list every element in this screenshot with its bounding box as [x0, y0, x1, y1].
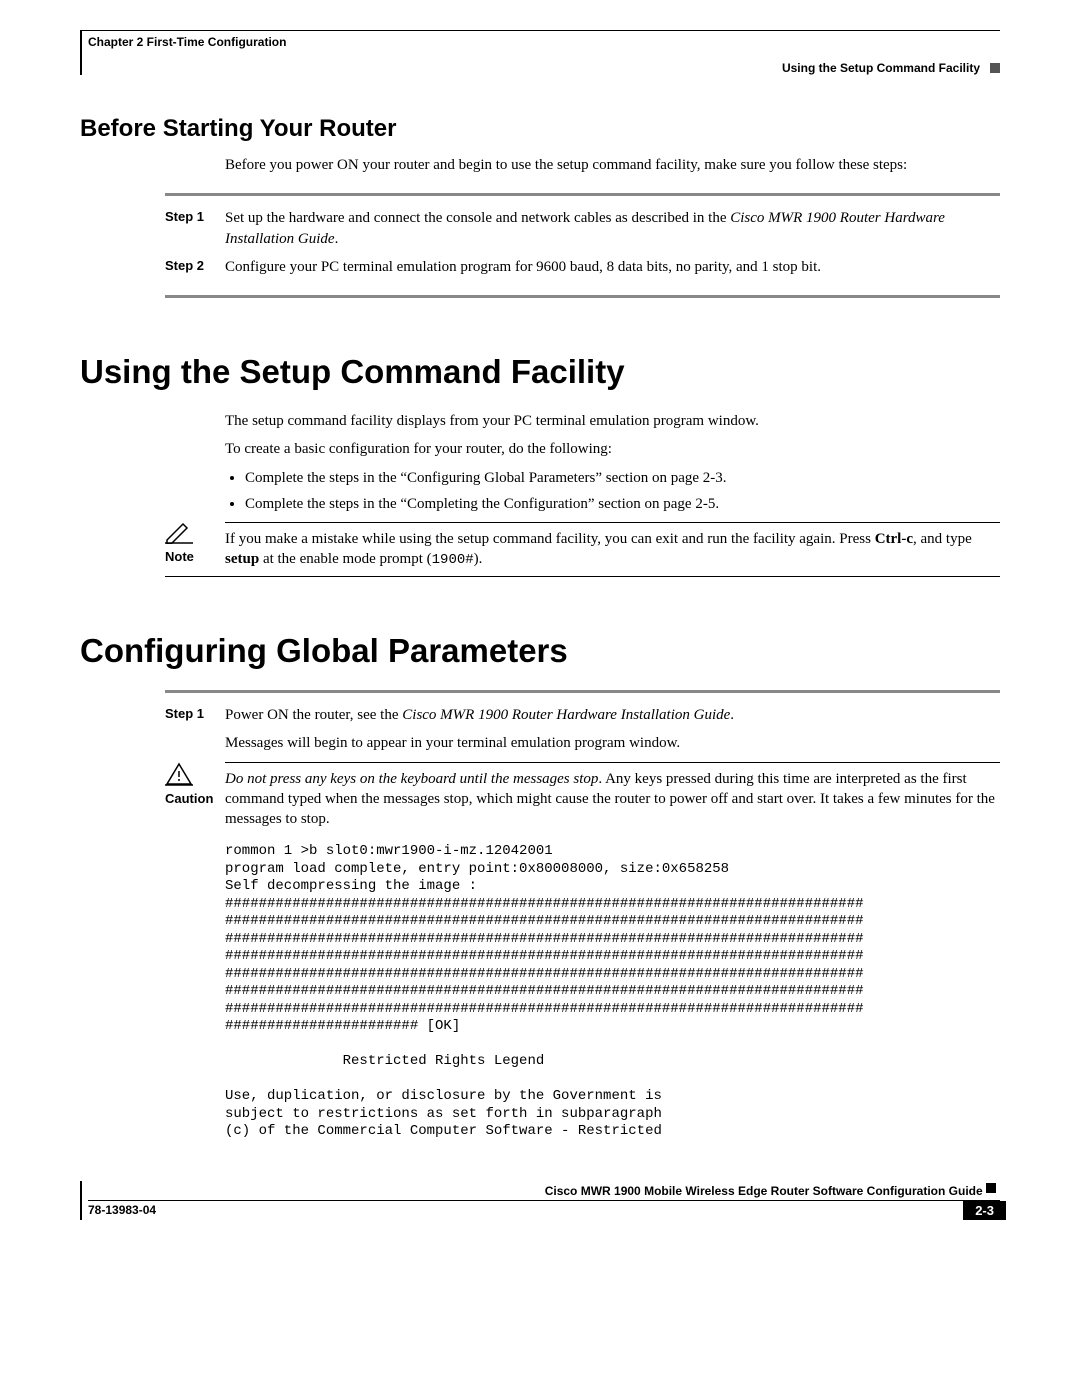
intro-paragraph: Before you power ON your router and begi… — [225, 155, 1000, 175]
divider — [165, 295, 1000, 298]
footer-docid: 78-13983-04 — [88, 1203, 156, 1217]
paragraph: The setup command facility displays from… — [225, 411, 1000, 431]
warning-icon — [165, 762, 193, 786]
header-marker-icon — [990, 63, 1000, 73]
divider — [165, 193, 1000, 196]
paragraph: Messages will begin to appear in your te… — [225, 733, 1000, 753]
list-item: Complete the steps in the “Configuring G… — [245, 468, 1000, 488]
step-row: Step 2 Configure your PC terminal emulat… — [80, 257, 1000, 277]
note-body: If you make a mistake while using the se… — [225, 522, 1000, 570]
step-label: Step 1 — [165, 208, 225, 249]
pencil-icon — [165, 522, 193, 544]
step-body: Set up the hardware and connect the cons… — [225, 208, 1000, 249]
step-label: Step 1 — [165, 705, 225, 754]
page-header: Chapter 2 First-Time Configuration Using… — [80, 30, 1000, 75]
step-label: Step 2 — [165, 257, 225, 277]
paragraph: To create a basic configuration for your… — [225, 439, 1000, 459]
heading-using-setup: Using the Setup Command Facility — [80, 353, 1000, 391]
step-body: Configure your PC terminal emulation pro… — [225, 257, 1000, 277]
caution-body: Do not press any keys on the keyboard un… — [225, 762, 1000, 830]
header-chapter: Chapter 2 First-Time Configuration — [88, 31, 1000, 49]
header-section: Using the Setup Command Facility — [88, 61, 1000, 75]
footer-marker-icon — [986, 1183, 996, 1193]
note-label: Note — [165, 549, 194, 564]
caution-block: Caution Do not press any keys on the key… — [80, 762, 1000, 830]
step-row: Step 1 Power ON the router, see the Cisc… — [80, 705, 1000, 754]
step-row: Step 1 Set up the hardware and connect t… — [80, 208, 1000, 249]
footer-page-number: 2-3 — [963, 1201, 1006, 1220]
footer-title: Cisco MWR 1900 Mobile Wireless Edge Rout… — [88, 1184, 1000, 1200]
step-body: Power ON the router, see the Cisco MWR 1… — [225, 705, 1000, 754]
bullet-list: Complete the steps in the “Configuring G… — [225, 468, 1000, 515]
terminal-output: rommon 1 >b slot0:mwr1900-i-mz.12042001 … — [225, 843, 1000, 1141]
divider-thin — [165, 576, 1000, 577]
page-footer: Cisco MWR 1900 Mobile Wireless Edge Rout… — [80, 1181, 1000, 1220]
note-block: Note If you make a mistake while using t… — [80, 522, 1000, 570]
caution-label: Caution — [165, 791, 213, 806]
heading-before-starting: Before Starting Your Router — [80, 115, 1000, 143]
divider — [165, 690, 1000, 693]
list-item: Complete the steps in the “Completing th… — [245, 494, 1000, 514]
heading-global-params: Configuring Global Parameters — [80, 632, 1000, 670]
